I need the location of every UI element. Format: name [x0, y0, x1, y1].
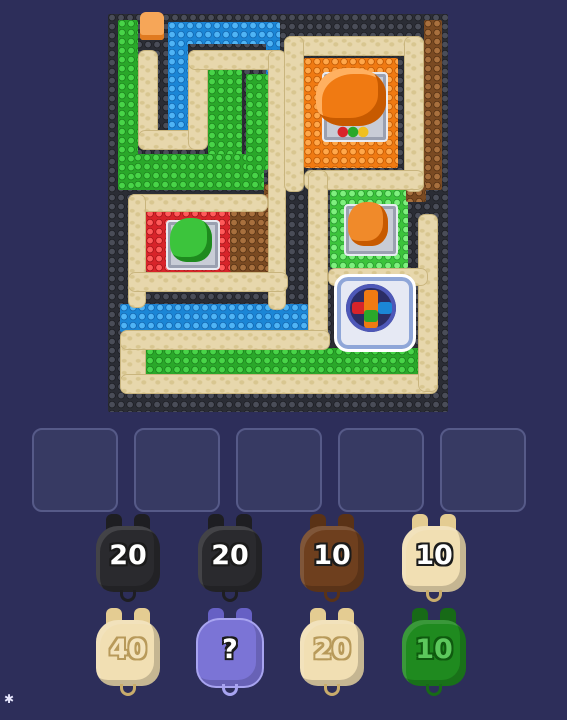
empty-slot-5[interactable] [440, 428, 526, 512]
path-segment [128, 272, 288, 292]
pig-token-count: 10 [313, 540, 351, 571]
pig-token-count: 20 [211, 540, 249, 571]
dispenser-blue-piece [378, 302, 392, 314]
pig-token-count: 20 [313, 634, 351, 665]
entry-item-icon [140, 12, 164, 40]
path-segment [128, 194, 268, 212]
path-segment [120, 374, 438, 394]
orange-pig-icon [316, 68, 386, 126]
pig-tail-icon [324, 590, 340, 602]
pig-token-green-10: 10 [398, 606, 470, 698]
mystery-question-icon: ? [222, 634, 238, 665]
block-blue-column [168, 22, 188, 142]
orange-pig-small-icon [348, 202, 388, 246]
pig-tail-icon [222, 684, 238, 696]
pig-token-mystery: ? [194, 606, 266, 698]
green-pig-icon [170, 218, 212, 262]
path-segment [284, 36, 304, 192]
pig-tail-icon [120, 590, 136, 602]
pig-token-count: 40 [109, 634, 147, 665]
pig-token-black-20[interactable]: 20 [92, 512, 164, 604]
block-green-band [134, 154, 264, 190]
path-segment [418, 214, 438, 392]
pig-token-cream-20: 20 [296, 606, 368, 698]
pig-tail-icon [324, 684, 340, 696]
path-segment [404, 36, 424, 192]
pig-token-count: 20 [109, 540, 147, 571]
path-segment [120, 330, 330, 350]
pig-tail-icon [426, 684, 442, 696]
empty-slot-3[interactable] [236, 428, 322, 512]
block-brown-right [424, 20, 442, 190]
dispenser-orange-piece [364, 290, 378, 328]
pig-token-count: 10 [415, 634, 453, 665]
pig-token-count: 10 [415, 540, 453, 571]
puzzle-board [108, 12, 448, 412]
empty-slot-1[interactable] [32, 428, 118, 512]
empty-slot-4[interactable] [338, 428, 424, 512]
pig-tail-icon [222, 590, 238, 602]
empty-slot-2[interactable] [134, 428, 220, 512]
dispenser-green-piece [364, 310, 378, 322]
pig-token-cream-10[interactable]: 10 [398, 512, 470, 604]
path-segment [284, 36, 424, 56]
station-balls-icon [336, 126, 370, 138]
pig-tail-icon [426, 590, 442, 602]
block-green-vert [246, 74, 268, 170]
pig-token-cream-40: 40 [92, 606, 164, 698]
pig-token-brown-10[interactable]: 10 [296, 512, 368, 604]
path-segment [308, 170, 328, 346]
sparkle-icon: ✱ [4, 692, 15, 706]
block-green-bottom [146, 348, 432, 376]
pig-token-black-20[interactable]: 20 [194, 512, 266, 604]
pig-tail-icon [120, 684, 136, 696]
